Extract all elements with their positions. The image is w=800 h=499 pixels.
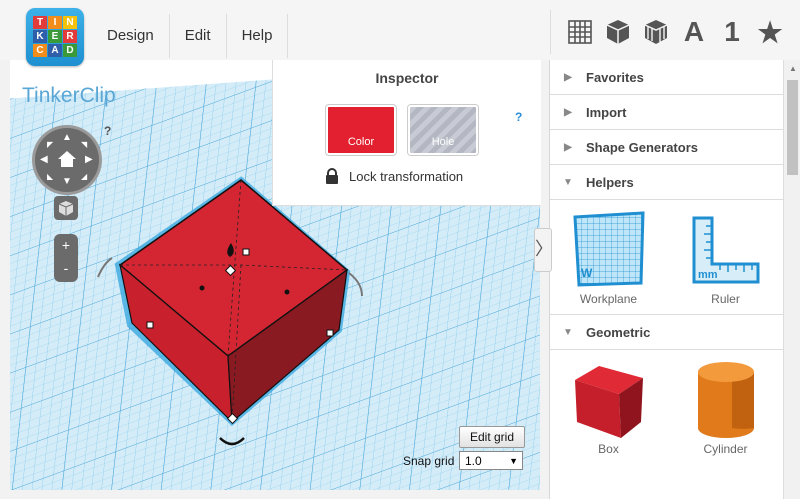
inspector-title: Inspector [375, 70, 439, 86]
orbit-lr-icon[interactable]: ◢ [81, 172, 87, 181]
shape-toolbar: A 1 ★ [550, 10, 789, 54]
cylinder-icon [697, 362, 754, 438]
pan-down-icon[interactable]: ▼ [62, 176, 72, 187]
cube-view-icon [58, 201, 74, 216]
logo-letter: A [48, 44, 62, 57]
color-label: Color [347, 136, 375, 148]
top-bar: Design Edit Help A 1 ★ [0, 0, 800, 60]
logo-letter: D [63, 44, 77, 57]
logo-letter: R [63, 30, 77, 43]
scrollbar-thumb[interactable] [787, 80, 798, 175]
home-view-icon[interactable] [57, 150, 77, 168]
snap-grid-value: 1.0 [465, 454, 482, 468]
view-navigation-wheel[interactable]: ▲ ▼ ◀ ▶ ◤ ◥ ◣ ◢ [35, 128, 99, 192]
workplane-label: Workplane [579, 292, 638, 306]
chevron-down-icon: ▼ [509, 456, 518, 466]
logo-letter: N [63, 16, 77, 29]
workplane-icon: W [572, 211, 645, 287]
inspector-panel: Inspector Color Hole ? Lock transformati… [272, 60, 541, 206]
sidebar-toggle-button[interactable]: 〉 [534, 228, 553, 272]
zoom-out-button[interactable]: - [54, 258, 78, 282]
section-geometric[interactable]: ▼ Geometric [550, 315, 784, 350]
zoom-control: + - [54, 234, 78, 282]
ruler-icon: mm [692, 216, 759, 284]
hole-label: Hole [431, 136, 455, 148]
workplane-tile[interactable]: W Workplane [550, 210, 667, 306]
orbit-ul-icon[interactable]: ◤ [47, 140, 53, 149]
box-label: Box [598, 442, 619, 456]
sidebar-scrollbar[interactable]: ▲ [783, 60, 800, 499]
section-import[interactable]: ▶ Import [550, 95, 784, 130]
box-icon [574, 366, 643, 438]
workplane-grid-icon[interactable] [561, 12, 599, 52]
section-shape-generators[interactable]: ▶ Shape Generators [550, 130, 784, 165]
box-tile[interactable]: Box [550, 360, 667, 456]
helpers-tiles: W Workplane mm Ruler [550, 200, 784, 315]
lock-transformation-toggle[interactable]: Lock transformation [325, 168, 463, 184]
logo-letter: T [33, 16, 47, 29]
pan-right-icon[interactable]: ▶ [85, 154, 93, 165]
workplane-mark: W [581, 266, 593, 280]
app-title: TinkerClip [22, 84, 116, 107]
menu-design[interactable]: Design [92, 14, 170, 58]
section-label: Shape Generators [586, 139, 698, 155]
expand-arrow-icon: ▶ [564, 71, 572, 83]
section-label: Geometric [586, 324, 651, 340]
inspector-help-icon[interactable]: ? [515, 110, 522, 124]
edit-grid-button[interactable]: Edit grid [459, 426, 525, 448]
logo-letter: E [48, 30, 62, 43]
ruler-mark: mm [698, 269, 718, 281]
pan-up-icon[interactable]: ▲ [62, 132, 72, 143]
tinkercad-logo[interactable]: T I N K E R C A D [26, 8, 84, 66]
box-shape-icon[interactable] [599, 12, 637, 52]
section-label: Favorites [586, 69, 644, 85]
expand-arrow-icon: ▶ [564, 141, 572, 153]
main-menu: Design Edit Help [92, 14, 289, 58]
snap-grid-select[interactable]: 1.0 ▼ [459, 451, 523, 470]
resize-handle[interactable] [146, 321, 154, 329]
ruler-tile[interactable]: mm Ruler [667, 210, 784, 306]
view-help-icon[interactable]: ? [104, 124, 111, 138]
menu-edit[interactable]: Edit [170, 14, 227, 58]
lock-icon [326, 168, 338, 184]
pan-left-icon[interactable]: ◀ [40, 154, 48, 165]
collapse-arrow-icon: ▼ [563, 176, 573, 188]
expand-arrow-icon: ▶ [564, 106, 572, 118]
logo-letter: C [33, 44, 47, 57]
collapse-arrow-icon: ▼ [563, 326, 573, 338]
striped-box-icon[interactable] [637, 12, 675, 52]
zoom-in-button[interactable]: + [54, 234, 78, 258]
section-helpers[interactable]: ▼ Helpers [550, 165, 784, 200]
section-label: Helpers [586, 174, 634, 190]
orbit-ur-icon[interactable]: ◥ [81, 140, 87, 149]
scroll-up-icon[interactable]: ▲ [789, 64, 797, 73]
hole-button[interactable]: Hole [408, 105, 478, 155]
section-favorites[interactable]: ▶ Favorites [550, 60, 784, 95]
section-label: Import [586, 104, 627, 120]
color-button[interactable]: Color [326, 105, 396, 155]
cylinder-label: Cylinder [703, 442, 748, 456]
resize-handle[interactable] [326, 329, 334, 337]
logo-letters: T I N K E R C A D [33, 16, 77, 57]
logo-letter: K [33, 30, 47, 43]
text-a-icon[interactable]: A [675, 12, 713, 52]
logo-letter: I [48, 16, 62, 29]
resize-handle[interactable] [242, 248, 250, 256]
geometric-tiles: Box Cylinder [550, 350, 784, 464]
orbit-ll-icon[interactable]: ◣ [47, 172, 53, 181]
cylinder-tile[interactable]: Cylinder [667, 360, 784, 456]
fit-view-button[interactable] [54, 196, 78, 220]
number-one-icon[interactable]: 1 [713, 12, 751, 52]
ruler-label: Ruler [711, 292, 740, 306]
menu-help[interactable]: Help [227, 14, 289, 58]
shapes-sidebar: ▶ Favorites ▶ Import ▶ Shape Generators ▼ He… [549, 60, 784, 499]
lock-label: Lock transformation [349, 168, 464, 184]
snap-grid-label: Snap grid [403, 454, 455, 468]
star-icon[interactable]: ★ [751, 12, 789, 52]
